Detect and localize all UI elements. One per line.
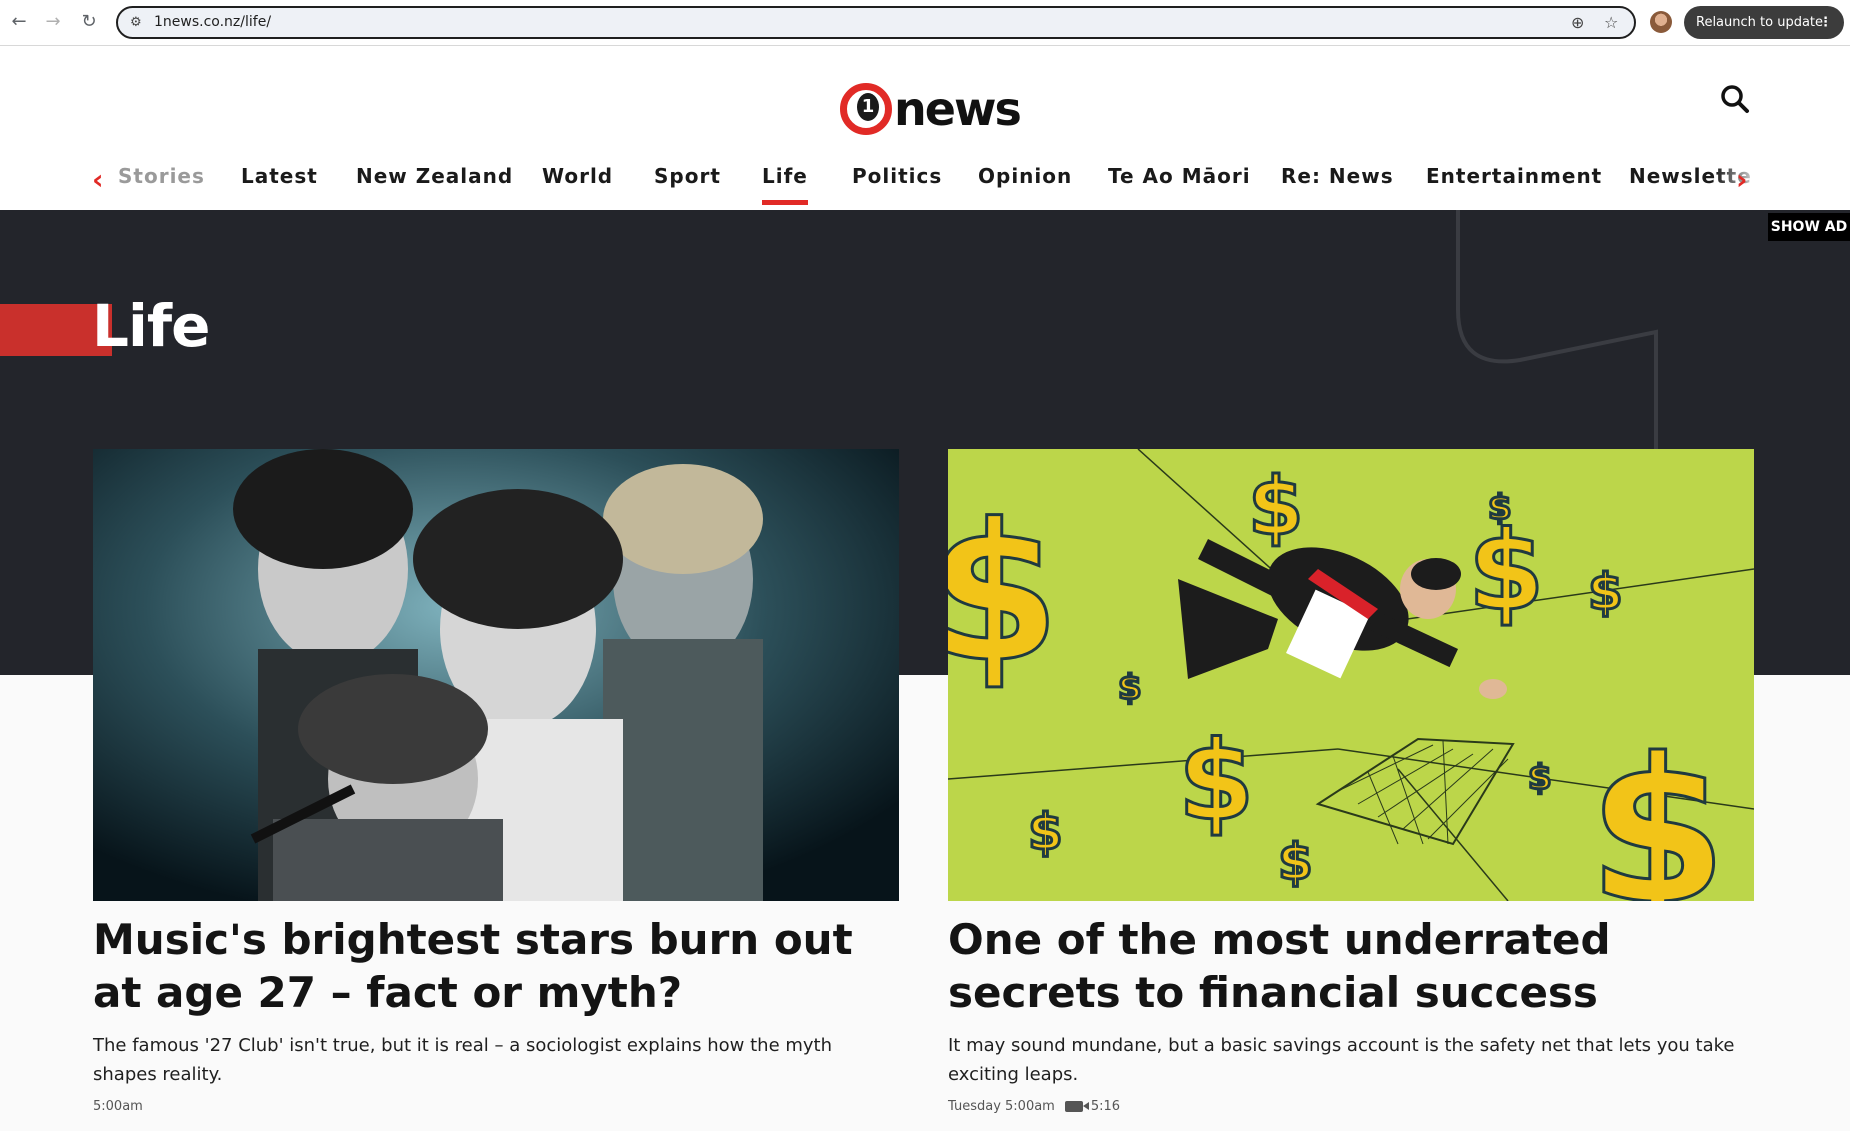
article-headline[interactable]: Music's brightest stars burn out at age … xyxy=(93,913,899,1019)
video-camera-icon xyxy=(1064,1101,1089,1112)
nav-item-te-ao-maori[interactable]: Te Ao Māori xyxy=(1108,164,1251,188)
svg-text:$: $ xyxy=(1118,668,1142,708)
article-card[interactable]: $ $ $ $ $ $ $ $ $ $ $ One of the most un… xyxy=(948,449,1754,1114)
svg-text:$: $ xyxy=(1588,563,1623,621)
url-text: 1news.co.nz/life/ xyxy=(154,14,272,30)
relaunch-button[interactable]: Relaunch to update ⋮ xyxy=(1684,6,1844,39)
svg-text:$: $ xyxy=(1488,488,1512,528)
nav-scroll-right-icon[interactable]: › xyxy=(1736,166,1748,194)
forward-arrow-icon[interactable]: → xyxy=(42,11,64,33)
nav-item-stories[interactable]: Stories xyxy=(118,164,205,188)
nav-item-life[interactable]: Life xyxy=(762,164,808,205)
site-settings-icon[interactable]: ⚙ xyxy=(130,15,142,30)
svg-text:$: $ xyxy=(1028,803,1063,861)
bookmark-star-icon[interactable]: ☆ xyxy=(1604,13,1618,32)
show-ad-button[interactable]: SHOW AD xyxy=(1768,213,1850,241)
nav-scroll-left-icon[interactable]: ‹ xyxy=(92,166,104,194)
nav-item-world[interactable]: World xyxy=(542,164,613,188)
article-image-27-club[interactable] xyxy=(93,449,899,901)
article-meta: 5:00am xyxy=(93,1099,899,1114)
svg-text:$: $ xyxy=(1178,717,1255,845)
article-card[interactable]: Music's brightest stars burn out at age … xyxy=(93,449,899,1114)
logo-numeral: 1 xyxy=(857,93,879,121)
nav-item-sport[interactable]: Sport xyxy=(654,164,721,188)
relaunch-label: Relaunch to update xyxy=(1696,15,1824,30)
site-logo[interactable]: 1 news xyxy=(840,74,1022,144)
more-menu-icon[interactable]: ⋮ xyxy=(1819,6,1832,39)
logo-word: news xyxy=(894,82,1022,136)
back-arrow-icon[interactable]: ← xyxy=(8,11,30,33)
svg-text:$: $ xyxy=(1248,460,1304,553)
reload-icon[interactable]: ↻ xyxy=(78,11,100,33)
nav-item-opinion[interactable]: Opinion xyxy=(978,164,1072,188)
article-meta: Tuesday 5:00am 5:16 xyxy=(948,1099,1754,1114)
category-nav: ‹ Stories Latest New Zealand World Sport… xyxy=(0,156,1850,210)
nav-item-re-news[interactable]: Re: News xyxy=(1281,164,1394,188)
nav-item-new-zealand[interactable]: New Zealand xyxy=(356,164,513,188)
nav-item-politics[interactable]: Politics xyxy=(852,164,942,188)
nav-item-latest[interactable]: Latest xyxy=(241,164,318,188)
address-bar[interactable]: ⚙ 1news.co.nz/life/ ⊕ ☆ xyxy=(116,6,1636,39)
svg-text:$: $ xyxy=(1528,758,1552,798)
article-summary: It may sound mundane, but a basic saving… xyxy=(948,1035,1735,1085)
svg-text:$: $ xyxy=(1588,716,1727,901)
article-headline[interactable]: One of the most underrated secrets to fi… xyxy=(948,913,1754,1019)
nav-item-newsletters[interactable]: Newslette xyxy=(1629,164,1752,188)
nav-item-entertainment[interactable]: Entertainment xyxy=(1426,164,1602,188)
article-time: 5:00am xyxy=(93,1099,143,1114)
article-image-financial-fall[interactable]: $ $ $ $ $ $ $ $ $ $ $ xyxy=(948,449,1754,901)
zoom-icon[interactable]: ⊕ xyxy=(1571,13,1584,32)
site-header: 1 news ‹ Stories Latest New Zealand Worl… xyxy=(0,46,1850,210)
logo-ring-icon: 1 xyxy=(840,83,892,135)
video-duration: 5:16 xyxy=(1090,1099,1121,1114)
svg-text:$: $ xyxy=(1278,833,1313,891)
section-title: Life xyxy=(92,292,210,360)
decorative-one-outline xyxy=(1456,210,1658,460)
article-time: Tuesday 5:00am xyxy=(948,1099,1055,1114)
svg-text:$: $ xyxy=(948,483,1060,704)
profile-avatar[interactable] xyxy=(1650,11,1672,33)
browser-toolbar: ← → ↻ ⚙ 1news.co.nz/life/ ⊕ ☆ Relaunch t… xyxy=(0,0,1850,46)
search-icon[interactable] xyxy=(1720,84,1750,114)
article-summary: The famous '27 Club' isn't true, but it … xyxy=(93,1035,833,1085)
